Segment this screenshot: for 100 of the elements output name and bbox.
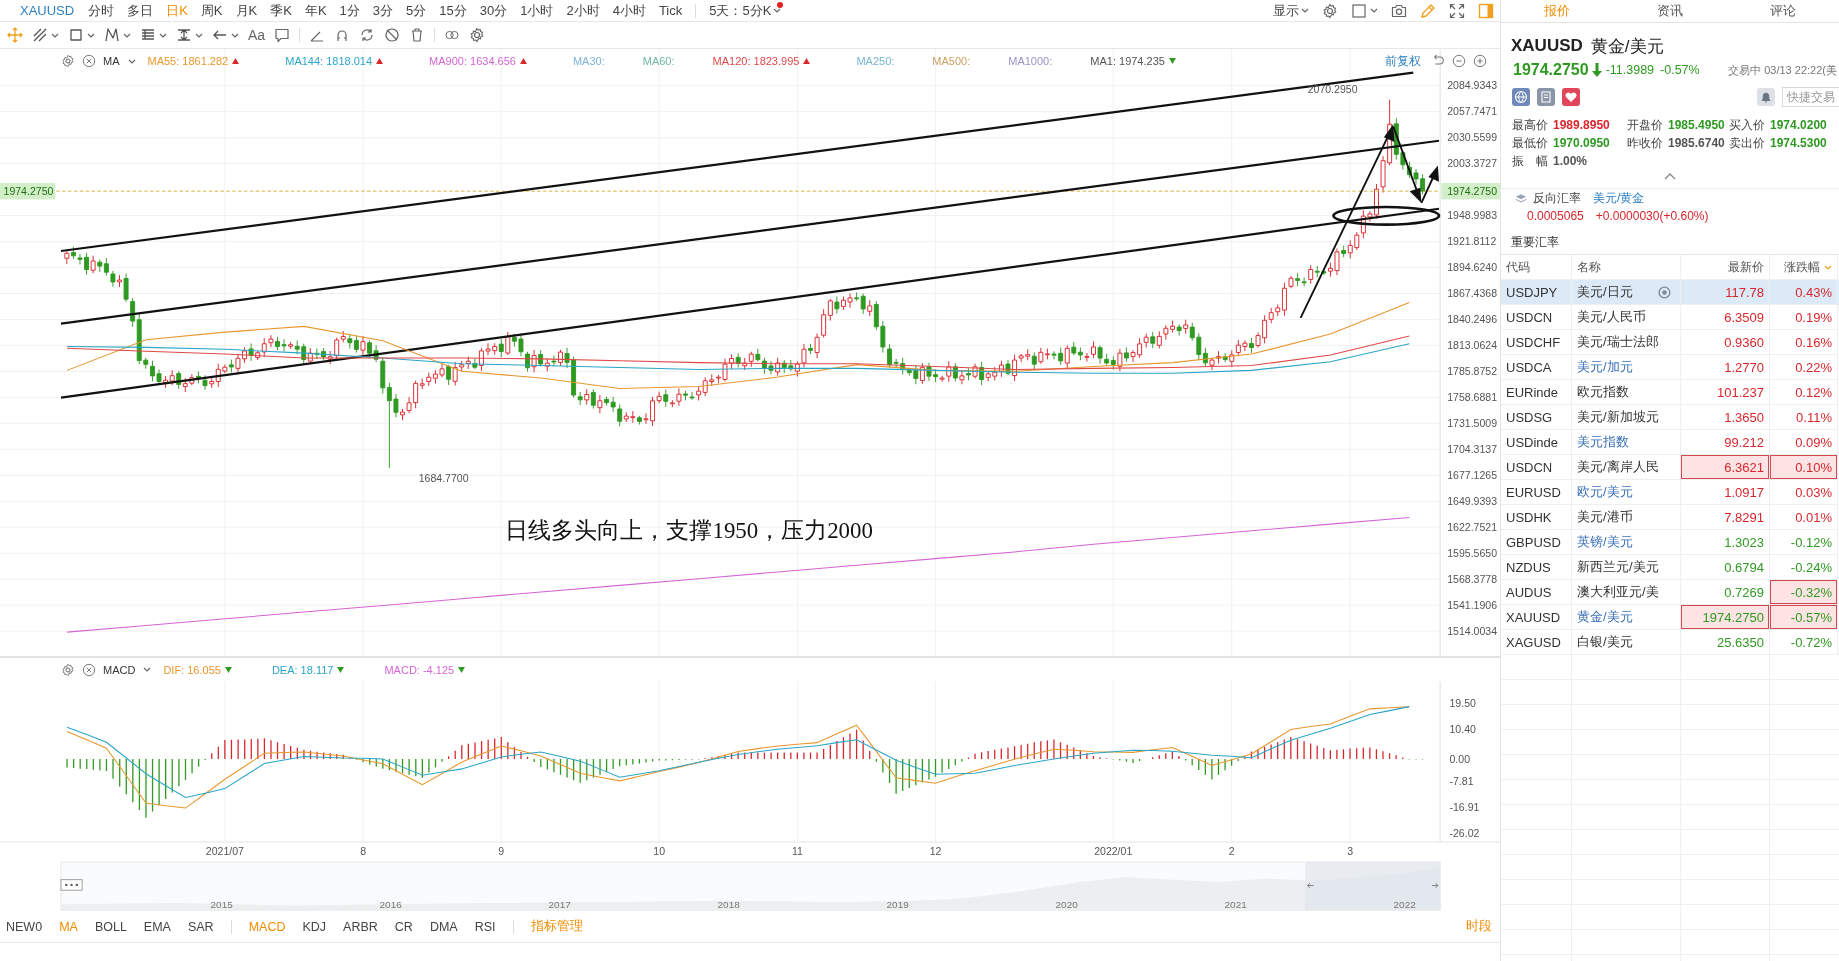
caret-icon[interactable] [123, 32, 131, 38]
price-axis-label: 1622.7521 [1447, 521, 1498, 534]
panel-tab[interactable]: 评论 [1726, 0, 1839, 22]
symbol-label[interactable]: XAUUSD [20, 3, 75, 18]
caret-icon[interactable] [159, 32, 167, 38]
name-link[interactable]: 欧元/美元 [1577, 483, 1633, 501]
name-link[interactable]: 美元/加元 [1577, 358, 1633, 376]
bell-icon[interactable] [1757, 88, 1775, 106]
period-tab[interactable]: 季K [270, 1, 292, 20]
caret-icon[interactable] [1370, 8, 1378, 13]
inverse-pair-link[interactable]: 美元/黄金 [1593, 189, 1645, 207]
indicator-tab[interactable]: KDJ [302, 919, 327, 934]
document-icon[interactable] [1537, 88, 1555, 106]
table-row[interactable]: USDCHF 美元/瑞士法郎 0.9360 0.16% [1501, 330, 1839, 355]
measure-icon[interactable] [176, 27, 192, 43]
caret-icon[interactable] [195, 32, 203, 38]
period-tab[interactable]: 多日 [127, 1, 154, 20]
trend-line[interactable] [60, 207, 1440, 399]
text-tool-button[interactable]: Aa [248, 27, 266, 43]
period-tab[interactable]: 4小时 [612, 1, 646, 20]
caret-icon[interactable] [231, 32, 239, 38]
price-axis-label: 1704.3137 [1447, 443, 1498, 456]
checkbox-icon[interactable] [1351, 2, 1367, 19]
indicator-tab[interactable]: DMA [429, 919, 458, 934]
period-tab[interactable]: 1分 [339, 1, 360, 20]
globe-icon[interactable] [1512, 88, 1530, 106]
period-tab[interactable]: 2小时 [566, 1, 600, 20]
indicator-tab[interactable]: RSI [474, 919, 496, 934]
table-row[interactable]: USDSG 美元/新加坡元 1.3650 0.11% [1501, 405, 1839, 430]
period-tab[interactable]: 年K [304, 1, 327, 20]
fullscreen-icon[interactable] [1449, 2, 1465, 19]
display-dropdown[interactable]: 显示 [1273, 1, 1309, 20]
name-cell: 美元/日元 [1577, 283, 1633, 301]
period-tab[interactable]: Tick [658, 1, 683, 20]
ellipse-marker[interactable] [1332, 205, 1441, 226]
table-row[interactable]: AUDUS 澳大利亚元/美 0.7269 -0.32% [1501, 580, 1839, 605]
period-tab[interactable]: 5分 [406, 1, 427, 20]
code-cell: EURinde [1501, 380, 1572, 405]
table-row[interactable]: USDCA 美元/加元 1.2770 0.22% [1501, 355, 1839, 380]
arrow[interactable] [1299, 124, 1395, 319]
indicator-tab[interactable]: BOLL [94, 919, 127, 934]
period-tab[interactable]: 1小时 [520, 1, 554, 20]
table-row[interactable]: XAUUSD 黄金/美元 1974.2750 -0.57% [1501, 605, 1839, 630]
pattern-icon[interactable] [104, 27, 120, 43]
zoom-out-icon[interactable] [1452, 54, 1466, 68]
settings-icon[interactable] [61, 54, 75, 68]
indicator-dropdown[interactable]: MACD [103, 663, 152, 676]
comment-icon[interactable] [274, 27, 291, 43]
settings-icon[interactable] [1322, 2, 1338, 19]
arrow[interactable] [1392, 125, 1422, 203]
indicator-dropdown[interactable]: MA [103, 55, 136, 67]
chevron-up-icon[interactable] [1664, 172, 1676, 180]
table-row[interactable]: EURinde 欧元指数 101.237 0.12% [1501, 380, 1839, 405]
name-link[interactable]: 黄金/美元 [1577, 608, 1633, 626]
indicator-tab[interactable]: EMA [143, 919, 171, 934]
indicator-tab[interactable]: NEW0 [6, 919, 43, 934]
period-tab[interactable]: 月K [235, 1, 258, 20]
name-link[interactable]: 美元指数 [1577, 433, 1629, 451]
indicator-tab[interactable]: CR [394, 919, 413, 934]
trend-line[interactable] [60, 71, 1414, 253]
arrow-right-icon[interactable] [1431, 882, 1439, 889]
settings-icon[interactable] [61, 662, 75, 677]
line-tool-icon[interactable] [32, 27, 48, 43]
cycle-icon[interactable] [359, 27, 376, 43]
period-tab[interactable]: 3分 [372, 1, 393, 20]
caret-icon[interactable] [87, 32, 95, 38]
more-icon[interactable] [60, 879, 83, 891]
period-tab[interactable]: 15分 [439, 1, 467, 20]
name-link[interactable]: 英镑/美元 [1577, 533, 1633, 551]
table-row[interactable]: USDCN 美元/离岸人民 6.3621 0.10% [1501, 455, 1839, 480]
table-row[interactable]: EURUSD 欧元/美元 1.0917 0.03% [1501, 480, 1839, 505]
zoom-in-icon[interactable] [1473, 54, 1487, 68]
indicator-tab[interactable]: SAR [187, 919, 214, 934]
change-cell: 0.10% [1770, 455, 1838, 480]
date-axis-label: 11 [791, 844, 803, 857]
price-adjust-link[interactable]: 前复权 [1385, 52, 1421, 70]
period-tab[interactable]: 周K [200, 1, 223, 20]
table-row[interactable]: USDJPY 美元/日元 117.78 0.43% [1501, 280, 1839, 305]
target-icon[interactable] [1658, 285, 1671, 299]
rectangle-icon[interactable] [68, 27, 84, 43]
settings-icon[interactable] [469, 27, 486, 43]
period-tab[interactable]: 30分 [479, 1, 508, 20]
caret-icon[interactable] [51, 32, 59, 38]
period-tab[interactable]: 分时 [88, 1, 115, 20]
close-icon[interactable] [82, 54, 96, 68]
table-row[interactable]: USDCN 美元/人民币 6.3509 0.19% [1501, 305, 1839, 330]
table-row[interactable]: XAGUSD 白银/美元 25.6350 -0.72% [1501, 630, 1839, 655]
eye-off-icon[interactable] [384, 27, 401, 43]
arrow-left-icon[interactable] [1307, 882, 1314, 889]
inverse-rate-value: 0.0005065 [1527, 209, 1584, 223]
close-icon[interactable] [82, 662, 96, 677]
panel-tab[interactable]: 资讯 [1613, 0, 1727, 22]
camera-icon[interactable] [1391, 2, 1407, 19]
trend-line[interactable] [60, 139, 1440, 325]
table-row[interactable]: GBPUSD 英镑/美元 1.3023 -0.12% [1501, 530, 1839, 555]
text-lines-icon[interactable] [140, 27, 156, 43]
indicator-tab[interactable]: ARBR [343, 919, 378, 934]
undo-icon[interactable] [1431, 54, 1445, 68]
table-row[interactable]: USDHK 美元/港币 7.8291 0.01% [1501, 505, 1839, 530]
arrow[interactable] [1420, 165, 1439, 204]
